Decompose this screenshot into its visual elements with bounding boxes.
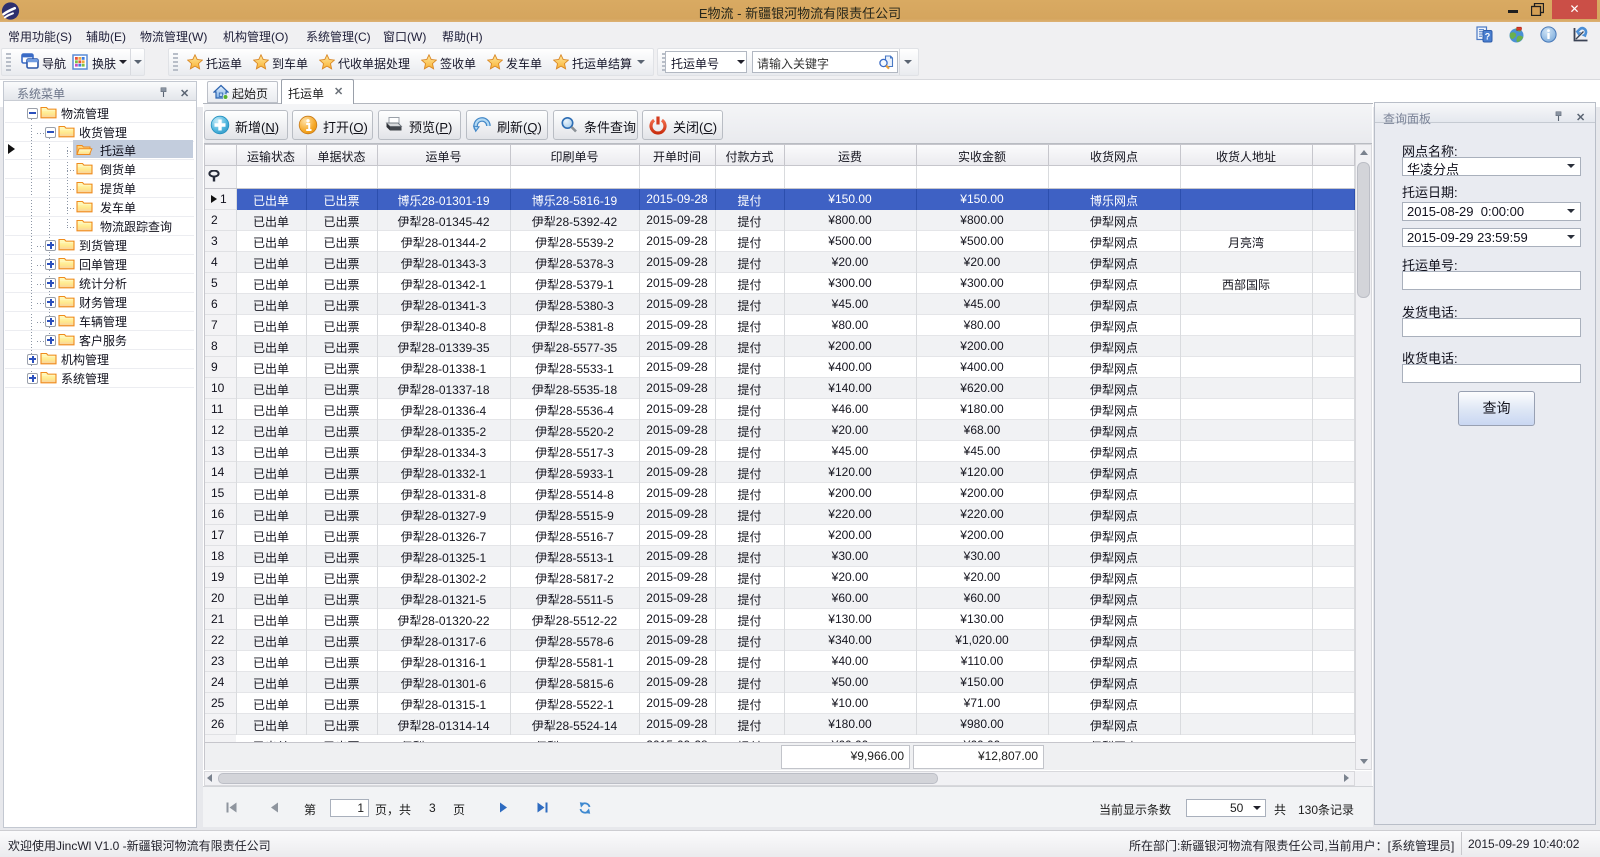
svg-text:?: ?	[1485, 31, 1491, 41]
